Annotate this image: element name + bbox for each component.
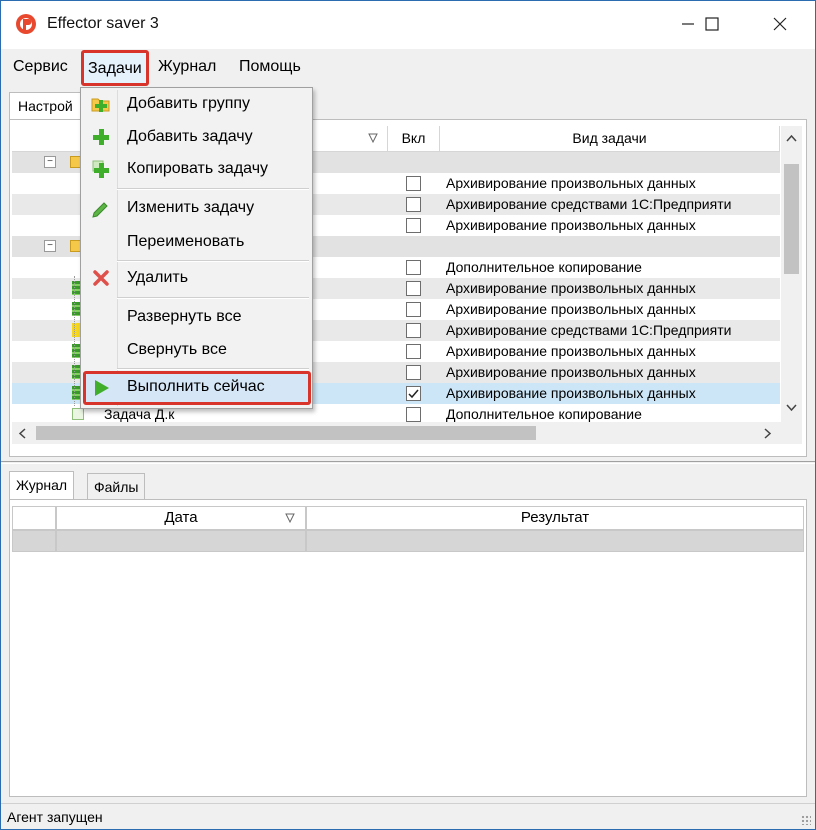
menu-item-expand-all[interactable]: Развернуть все	[83, 302, 311, 332]
menu-item-collapse-all[interactable]: Свернуть все	[83, 335, 311, 365]
enabled-checkbox-checked[interactable]	[406, 386, 421, 401]
enabled-checkbox[interactable]	[406, 323, 421, 338]
horizontal-scrollbar[interactable]	[12, 422, 802, 444]
menu-item-label: Развернуть все	[127, 308, 242, 325]
copy-plus-icon	[92, 160, 109, 178]
app-window: Effector saver 3 Сервис Задачи Журнал По…	[0, 0, 816, 830]
task-kind: Дополнительное копирование	[446, 259, 642, 275]
menu-item-label: Копировать задачу	[127, 160, 269, 177]
menu-bar: Сервис Задачи Журнал Помощь	[1, 49, 815, 89]
enabled-checkbox[interactable]	[406, 281, 421, 296]
sort-triangle-icon	[285, 513, 295, 523]
task-kind: Архивирование произвольных данных	[446, 385, 696, 401]
enabled-checkbox[interactable]	[406, 218, 421, 233]
log-indicator-header	[12, 506, 56, 530]
tree-connector	[74, 276, 76, 406]
log-row-date[interactable]	[56, 530, 306, 552]
task-kind: Архивирование средствами 1С:Предприяти	[446, 196, 732, 212]
maximize-button[interactable]	[689, 1, 735, 49]
date-column-label: Дата	[164, 509, 198, 526]
menu-separator	[117, 368, 309, 370]
task-kind-column-header[interactable]: Вид задачи	[440, 126, 780, 152]
enabled-checkbox[interactable]	[406, 197, 421, 212]
checkmark-icon	[408, 389, 419, 399]
play-icon	[95, 380, 109, 396]
task-kind: Архивирование произвольных данных	[446, 343, 696, 359]
vertical-scroll-thumb[interactable]	[784, 164, 799, 274]
collapse-icon[interactable]: −	[44, 240, 56, 252]
menu-item-label: Выполнить сейчас	[127, 378, 265, 395]
menu-item-add-task[interactable]: Добавить задачу	[83, 122, 311, 152]
task-kind: Архивирование произвольных данных	[446, 301, 696, 317]
close-icon	[93, 270, 109, 286]
window-title: Effector saver 3	[47, 15, 159, 32]
result-column-header[interactable]: Результат	[306, 506, 804, 530]
scroll-right-icon[interactable]	[764, 428, 772, 439]
menu-item-label: Переименовать	[127, 233, 245, 250]
task-kind: Архивирование произвольных данных	[446, 175, 696, 191]
menu-item-label: Свернуть все	[127, 341, 227, 358]
enabled-checkbox[interactable]	[406, 365, 421, 380]
enabled-checkbox[interactable]	[406, 302, 421, 317]
vertical-scrollbar[interactable]	[781, 126, 802, 422]
task-kind: Архивирование произвольных данных	[446, 280, 696, 296]
close-window-button[interactable]	[757, 1, 803, 49]
tab-journal[interactable]: Журнал	[9, 471, 75, 500]
status-bar: Агент запущен	[1, 803, 815, 829]
task-kind: Архивирование произвольных данных	[446, 364, 696, 380]
enabled-column-header[interactable]: Вкл	[388, 126, 440, 152]
log-panel: Дата Результат	[9, 499, 807, 797]
enabled-checkbox[interactable]	[406, 344, 421, 359]
close-icon	[773, 17, 787, 31]
menu-tasks[interactable]: Задачи	[81, 50, 149, 86]
menu-service[interactable]: Сервис	[11, 58, 70, 82]
task-kind: Архивирование средствами 1С:Предприяти	[446, 322, 732, 338]
task-icon	[72, 408, 84, 420]
menu-item-add-group[interactable]: Добавить группу	[83, 89, 311, 119]
menu-item-edit-task[interactable]: Изменить задачу	[83, 193, 311, 223]
panel-splitter[interactable]	[1, 461, 815, 464]
menu-separator	[117, 297, 309, 299]
menu-separator	[117, 260, 309, 262]
menu-item-label: Добавить группу	[127, 95, 251, 112]
folder-add-icon	[91, 98, 110, 112]
collapse-icon[interactable]: −	[44, 156, 56, 168]
title-bar: Effector saver 3	[1, 1, 815, 49]
menu-item-label: Добавить задачу	[127, 128, 253, 145]
menu-item-label: Удалить	[127, 269, 189, 286]
enabled-checkbox[interactable]	[406, 176, 421, 191]
status-text: Агент запущен	[7, 809, 103, 825]
log-row-indicator[interactable]	[12, 530, 56, 552]
task-kind: Архивирование произвольных данных	[446, 217, 696, 233]
date-column-header[interactable]: Дата	[56, 506, 306, 530]
menu-item-delete[interactable]: Удалить	[83, 263, 311, 293]
menu-item-run-now[interactable]: Выполнить сейчас	[83, 371, 311, 405]
plus-icon	[93, 129, 109, 145]
menu-item-label: Изменить задачу	[127, 199, 255, 216]
horizontal-scroll-thumb[interactable]	[36, 426, 536, 440]
tab-settings[interactable]: Настрой	[9, 92, 89, 120]
menu-item-copy-task[interactable]: Копировать задачу	[83, 154, 311, 184]
menu-journal[interactable]: Журнал	[156, 58, 218, 82]
tab-files[interactable]: Файлы	[87, 473, 146, 499]
scroll-left-icon[interactable]	[18, 428, 26, 439]
menu-item-rename[interactable]: Переименовать	[83, 227, 311, 257]
tasks-dropdown-menu: Добавить группу Добавить задачу Копирова…	[80, 87, 313, 409]
menu-separator	[117, 188, 309, 190]
sort-triangle-icon	[368, 133, 378, 143]
maximize-icon	[705, 17, 719, 31]
app-logo-icon	[16, 14, 36, 34]
enabled-checkbox[interactable]	[406, 260, 421, 275]
log-row-result[interactable]	[306, 530, 804, 552]
task-kind: Дополнительное копирование	[446, 406, 642, 422]
pencil-icon	[92, 202, 108, 218]
menu-help[interactable]: Помощь	[237, 58, 303, 82]
scroll-up-icon[interactable]	[786, 134, 797, 142]
scroll-down-icon[interactable]	[786, 404, 797, 412]
enabled-checkbox[interactable]	[406, 407, 421, 422]
resize-grip-icon[interactable]	[801, 815, 811, 825]
